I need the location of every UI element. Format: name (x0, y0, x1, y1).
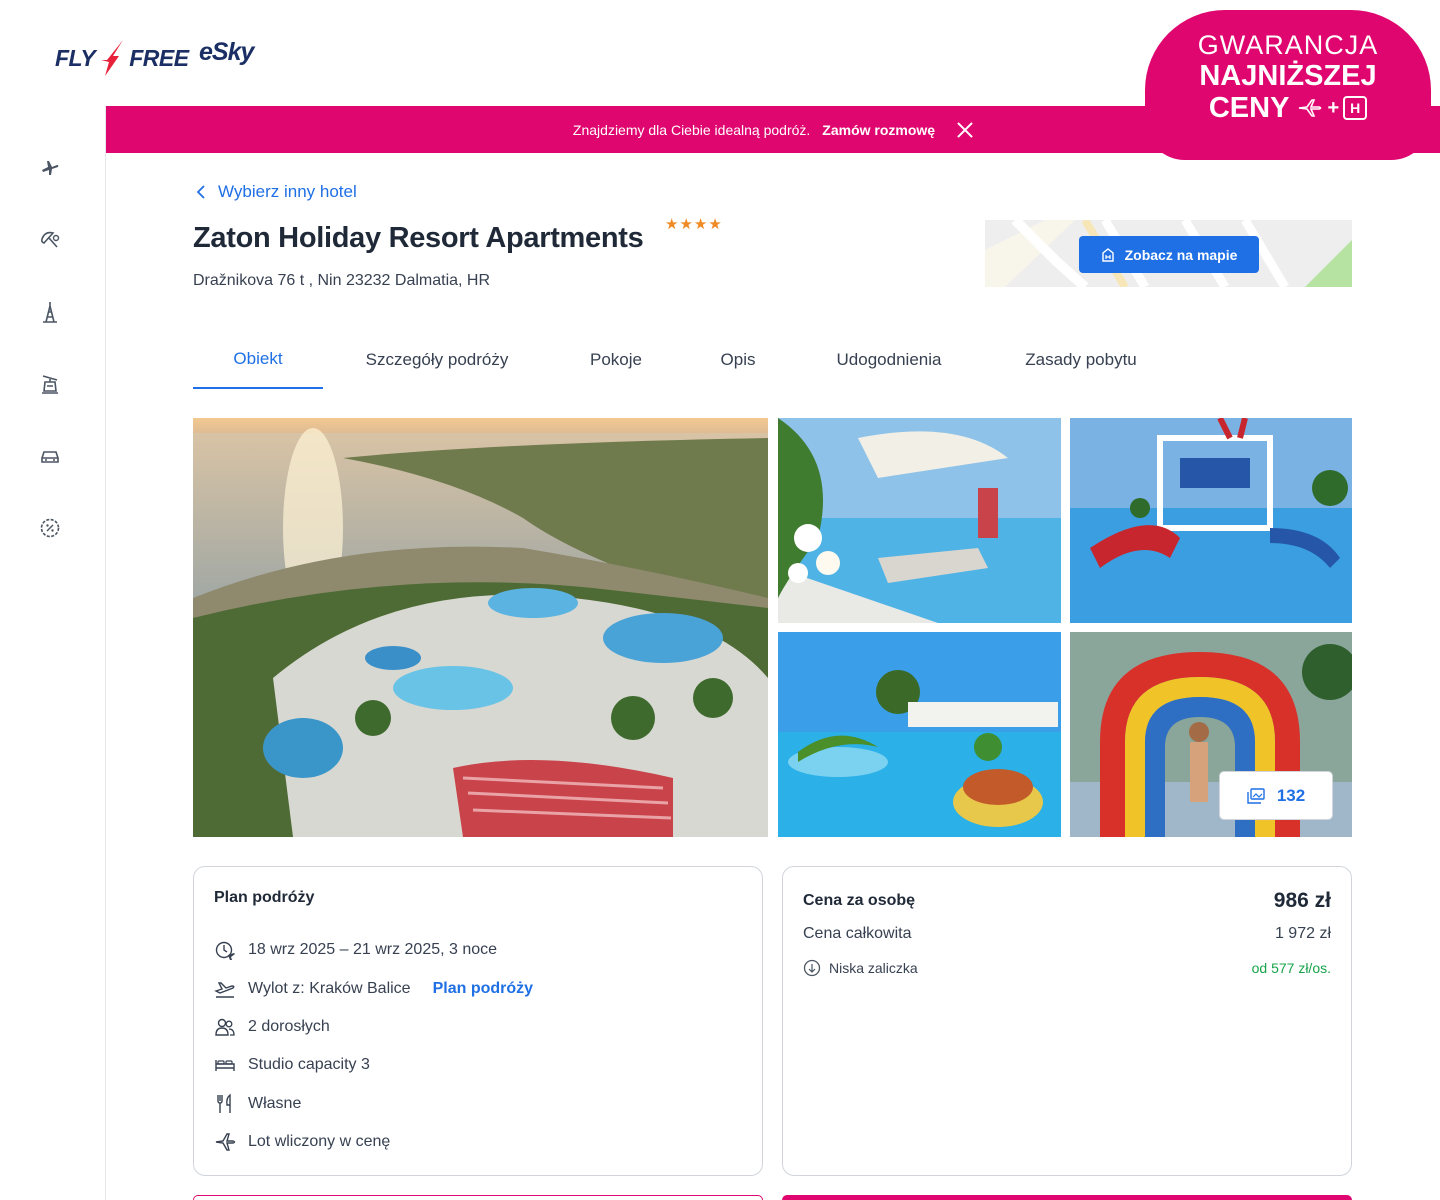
guarantee-line1: GWARANCJA (1197, 30, 1379, 60)
lowest-price-guarantee-badge: GWARANCJA NAJNIŻSZEJ CENY + H (1145, 10, 1431, 160)
flyfree-logo-left: FLY (55, 44, 96, 71)
price-card: Cena za osobę 986 zł Cena całkowita 1 97… (782, 866, 1352, 1176)
gallery-icon (1247, 787, 1265, 804)
flyfree-logo[interactable]: FLY FREE (55, 38, 189, 78)
city-tower-icon[interactable] (38, 300, 62, 324)
gallery-main-photo[interactable] (193, 418, 768, 837)
esky-logo[interactable]: eSky (199, 38, 254, 67)
plan-row-departure: Wylot z: Kraków Balice Plan podróży (214, 978, 533, 1000)
order-call-link[interactable]: Zamów rozmowę (822, 122, 935, 138)
trip-plan-title: Plan podróży (214, 889, 315, 906)
hotel-h-icon: H (1343, 96, 1368, 120)
flyfree-logo-right: FREE (129, 44, 189, 71)
hotel-name: Zaton Holiday Resort Apartments (193, 222, 644, 254)
show-on-map-label: Zobacz na mapie (1124, 246, 1238, 263)
chevron-left-icon (196, 185, 205, 199)
deposit-value: od 577 zł/os. (1251, 960, 1331, 976)
beach-umbrella-icon[interactable] (38, 228, 62, 252)
car-icon[interactable] (38, 444, 62, 468)
bed-icon (214, 1054, 236, 1076)
flyfree-wing-icon (101, 40, 124, 76)
trip-plan-card: Plan podróży 18 wrz 2025 – 21 wrz 2025, … (193, 866, 763, 1176)
tab-amenities[interactable]: Udogodnienia (795, 330, 983, 389)
plane-outline-icon (214, 1131, 236, 1153)
plan-row-room: Studio capacity 3 (214, 1054, 370, 1076)
gallery-photo-3[interactable] (1070, 418, 1352, 623)
photo-count: 132 (1276, 785, 1306, 805)
hotel-building-icon (1101, 247, 1114, 262)
gallery-photo-4[interactable] (778, 632, 1061, 837)
price-total-label: Cena całkowita (803, 925, 912, 942)
ski-lift-icon[interactable] (38, 372, 62, 396)
plan-row-board: Własne (214, 1093, 301, 1115)
all-photos-button[interactable]: 132 (1219, 771, 1333, 820)
travelers-count: 2 dorosłych (248, 1018, 330, 1035)
guarantee-line3: CENY + H (1145, 92, 1431, 124)
back-to-hotels-link[interactable]: Wybierz inny hotel (196, 182, 357, 202)
price-per-person-value: 986 zł (1273, 889, 1331, 912)
price-per-person-label: Cena za osobę (803, 892, 916, 909)
plan-row-travelers: 2 dorosłych (214, 1016, 330, 1038)
deposit-coin-icon (803, 959, 821, 977)
hotel-address: Dražnikova 76 t , Nin 23232 Dalmatia, HR (193, 272, 491, 289)
deposit-label: Niska zaliczka (829, 960, 918, 976)
price-total-value: 1 972 zł (1274, 925, 1331, 942)
departure-airport: Wylot z: Kraków Balice (248, 980, 411, 997)
price-total-row: Cena całkowita 1 972 zł (803, 925, 1331, 943)
room-type: Studio capacity 3 (248, 1056, 370, 1073)
hotel-tabs: Obiekt Szczegóły podróży Pokoje Opis Udo… (193, 330, 1179, 389)
next-section-card-left-edge (193, 1195, 763, 1200)
plan-row-flight: Lot wliczony w cenę (214, 1131, 390, 1153)
deposit-label-wrap: Niska zaliczka (803, 959, 918, 977)
plane-outline-icon (1299, 99, 1322, 117)
next-section-card-right-edge (782, 1195, 1352, 1200)
guarantee-plus: + (1327, 97, 1340, 119)
cutlery-icon (214, 1093, 236, 1115)
board-type: Własne (248, 1095, 302, 1112)
promo-text: Znajdziemy dla Ciebie idealną podróż. (572, 121, 811, 138)
close-icon[interactable] (957, 122, 973, 138)
users-icon (214, 1016, 236, 1038)
tab-stay-rules[interactable]: Zasady pobytu (983, 330, 1179, 389)
hotel-star-rating: ★★★★ (665, 216, 723, 233)
sidebar-nav (0, 106, 106, 1200)
guarantee-line3-text: CENY (1208, 92, 1290, 124)
tab-description[interactable]: Opis (681, 330, 795, 389)
gallery-photo-2[interactable] (778, 418, 1061, 623)
flight-included: Lot wliczony w cenę (248, 1133, 391, 1150)
trip-dates: 18 wrz 2025 – 21 wrz 2025, 3 noce (248, 941, 498, 958)
discount-badge-icon[interactable] (38, 516, 62, 540)
tab-obiekt[interactable]: Obiekt (193, 330, 323, 389)
guarantee-line2: NAJNIŻSZEJ (1199, 60, 1377, 92)
calendar-plane-icon (214, 939, 236, 961)
back-link-label: Wybierz inny hotel (218, 182, 357, 201)
plan-row-dates: 18 wrz 2025 – 21 wrz 2025, 3 noce (214, 939, 497, 961)
deposit-row: Niska zaliczka od 577 zł/os. (803, 959, 1331, 977)
tab-rooms[interactable]: Pokoje (551, 330, 681, 389)
show-on-map-button[interactable]: Zobacz na mapie (1079, 236, 1259, 273)
tab-trip-details[interactable]: Szczegóły podróży (323, 330, 551, 389)
trip-plan-link[interactable]: Plan podróży (433, 980, 533, 998)
plane-icon[interactable] (38, 156, 62, 180)
price-per-person-row: Cena za osobę 986 zł (803, 889, 1331, 913)
takeoff-icon (214, 978, 236, 1000)
